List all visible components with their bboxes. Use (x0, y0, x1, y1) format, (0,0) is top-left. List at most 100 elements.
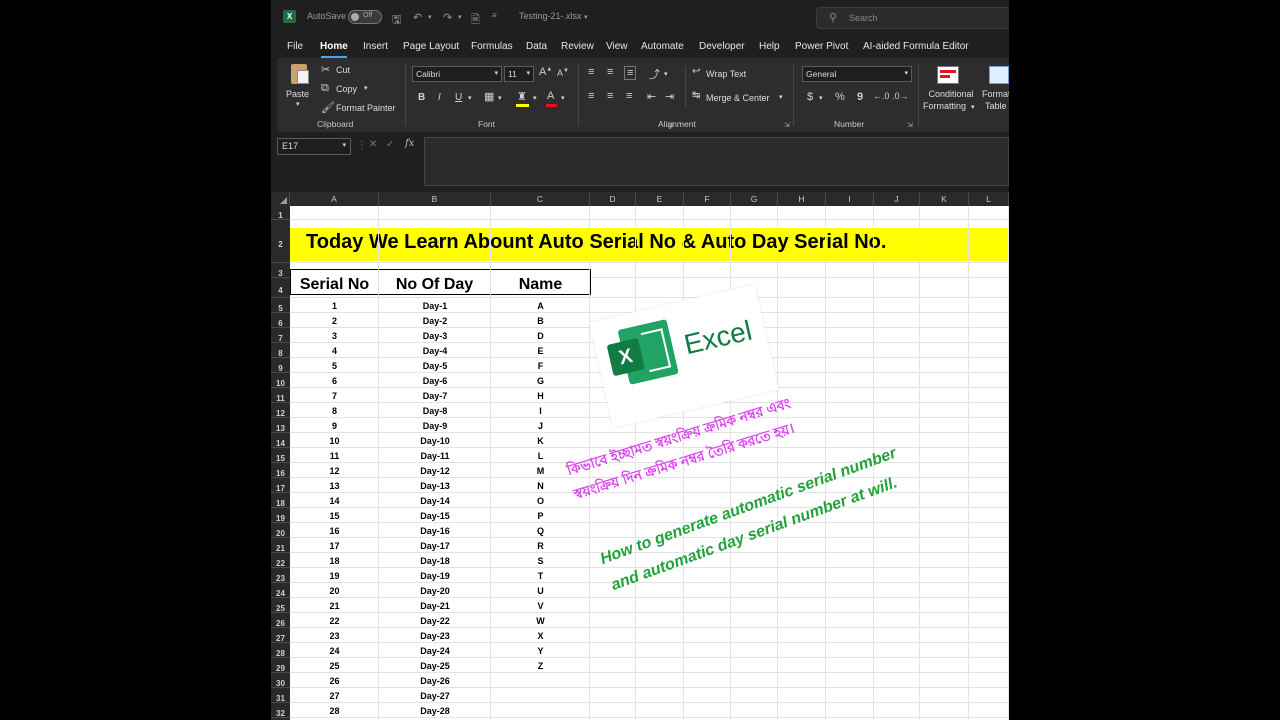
header-name[interactable]: Name (490, 269, 591, 295)
row-header-15[interactable]: 15 (271, 448, 290, 463)
name-cell[interactable]: Z (491, 661, 590, 671)
menu-page-layout[interactable]: Page Layout (403, 41, 459, 52)
row-header-4[interactable]: 4 (271, 278, 290, 298)
format-as-table-label-1[interactable]: Format (982, 89, 1009, 99)
name-cell[interactable]: U (491, 586, 590, 596)
redo-icon[interactable]: ↷ (443, 11, 452, 24)
row-header-13[interactable]: 13 (271, 418, 290, 433)
name-cell[interactable]: Y (491, 646, 590, 656)
day-cell[interactable]: Day-9 (379, 421, 491, 431)
name-cell[interactable]: X (491, 631, 590, 641)
column-header-c[interactable]: C (491, 192, 590, 206)
column-header-i[interactable]: I (826, 192, 874, 206)
menu-review[interactable]: Review (561, 41, 594, 52)
customize-toolbar-icon[interactable]: ≡ (492, 11, 497, 20)
serial-no-cell[interactable]: 24 (290, 646, 379, 656)
copy-button[interactable]: Copy (336, 84, 357, 94)
day-cell[interactable]: Day-7 (379, 391, 491, 401)
serial-no-cell[interactable]: 2 (290, 316, 379, 326)
alignment-launcher-icon[interactable]: ⇲ (784, 121, 790, 129)
day-cell[interactable]: Day-15 (379, 511, 491, 521)
serial-no-cell[interactable]: 6 (290, 376, 379, 386)
name-cell[interactable]: R (491, 541, 590, 551)
number-format-dropdown[interactable]: General ▾ (802, 66, 912, 82)
row-header-31[interactable]: 31 (271, 688, 290, 703)
select-all-button[interactable] (271, 192, 290, 206)
menu-view[interactable]: View (606, 41, 628, 52)
serial-no-cell[interactable]: 13 (290, 481, 379, 491)
redo-dropdown-icon[interactable]: ▾ (458, 13, 462, 21)
row-header-11[interactable]: 11 (271, 388, 290, 403)
decrease-decimal-icon[interactable]: .0→ (892, 91, 909, 101)
conditional-formatting-label-1[interactable]: Conditional (927, 89, 975, 99)
header-no-of-day[interactable]: No Of Day (378, 269, 491, 295)
row-header-30[interactable]: 30 (271, 673, 290, 688)
name-cell[interactable]: H (491, 391, 590, 401)
serial-no-cell[interactable]: 15 (290, 511, 379, 521)
name-cell[interactable]: T (491, 571, 590, 581)
paste-icon[interactable] (285, 64, 315, 86)
serial-no-cell[interactable]: 21 (290, 601, 379, 611)
align-center-icon[interactable]: ≡ (607, 90, 613, 102)
row-header-5[interactable]: 5 (271, 298, 290, 313)
menu-ai-formula-editor[interactable]: AI-aided Formula Editor (863, 41, 969, 52)
row-header-6[interactable]: 6 (271, 313, 290, 328)
row-header-24[interactable]: 24 (271, 583, 290, 598)
cancel-icon[interactable]: ✕ (369, 139, 377, 150)
paste-dropdown-icon[interactable]: ▾ (296, 100, 300, 108)
menu-home[interactable]: Home (320, 41, 348, 52)
menu-data[interactable]: Data (526, 41, 547, 52)
row-header-8[interactable]: 8 (271, 343, 290, 358)
row-header-18[interactable]: 18 (271, 493, 290, 508)
serial-no-cell[interactable]: 12 (290, 466, 379, 476)
column-header-j[interactable]: J (874, 192, 920, 206)
row-header-16[interactable]: 16 (271, 463, 290, 478)
merge-center-button[interactable]: Merge & Center (706, 93, 770, 103)
number-launcher-icon[interactable]: ⇲ (907, 121, 913, 129)
bold-icon[interactable]: B (418, 92, 425, 103)
day-cell[interactable]: Day-25 (379, 661, 491, 671)
day-cell[interactable]: Day-6 (379, 376, 491, 386)
day-cell[interactable]: Day-1 (379, 301, 491, 311)
row-header-2[interactable]: 2 (271, 220, 290, 263)
day-cell[interactable]: Day-28 (379, 706, 491, 716)
row-header-29[interactable]: 29 (271, 658, 290, 673)
menu-formulas[interactable]: Formulas (471, 41, 513, 52)
merge-center-icon[interactable]: ↹ (692, 90, 700, 101)
serial-no-cell[interactable]: 18 (290, 556, 379, 566)
wrap-text-icon[interactable]: ↩ (692, 66, 700, 77)
serial-no-cell[interactable]: 7 (290, 391, 379, 401)
menu-automate[interactable]: Automate (641, 41, 684, 52)
row-header-7[interactable]: 7 (271, 328, 290, 343)
serial-no-cell[interactable]: 5 (290, 361, 379, 371)
wrap-text-button[interactable]: Wrap Text (706, 69, 746, 79)
orientation-icon[interactable]: ⤴ (649, 66, 660, 82)
align-top-icon[interactable]: ≡ (588, 66, 594, 78)
row-header-1[interactable]: 1 (271, 206, 290, 220)
column-header-g[interactable]: G (731, 192, 778, 206)
name-cell[interactable]: F (491, 361, 590, 371)
day-cell[interactable]: Day-5 (379, 361, 491, 371)
day-cell[interactable]: Day-12 (379, 466, 491, 476)
menu-insert[interactable]: Insert (363, 41, 388, 52)
name-cell[interactable]: G (491, 376, 590, 386)
format-painter-icon[interactable]: 🖌 (321, 101, 335, 114)
name-cell[interactable]: I (491, 406, 590, 416)
align-left-icon[interactable]: ≡ (588, 90, 594, 102)
serial-no-cell[interactable]: 4 (290, 346, 379, 356)
name-cell[interactable]: P (491, 511, 590, 521)
format-as-table-icon[interactable] (989, 66, 1009, 84)
day-cell[interactable]: Day-14 (379, 496, 491, 506)
menu-help[interactable]: Help (759, 41, 780, 52)
name-cell[interactable]: A (491, 301, 590, 311)
search-box[interactable]: ⚲ Search (816, 7, 1009, 29)
row-header-10[interactable]: 10 (271, 373, 290, 388)
day-cell[interactable]: Day-23 (379, 631, 491, 641)
underline-icon[interactable]: U (455, 92, 462, 103)
day-cell[interactable]: Day-21 (379, 601, 491, 611)
column-header-b[interactable]: B (379, 192, 491, 206)
row-header-25[interactable]: 25 (271, 598, 290, 613)
day-cell[interactable]: Day-13 (379, 481, 491, 491)
row-header-27[interactable]: 27 (271, 628, 290, 643)
row-header-26[interactable]: 26 (271, 613, 290, 628)
